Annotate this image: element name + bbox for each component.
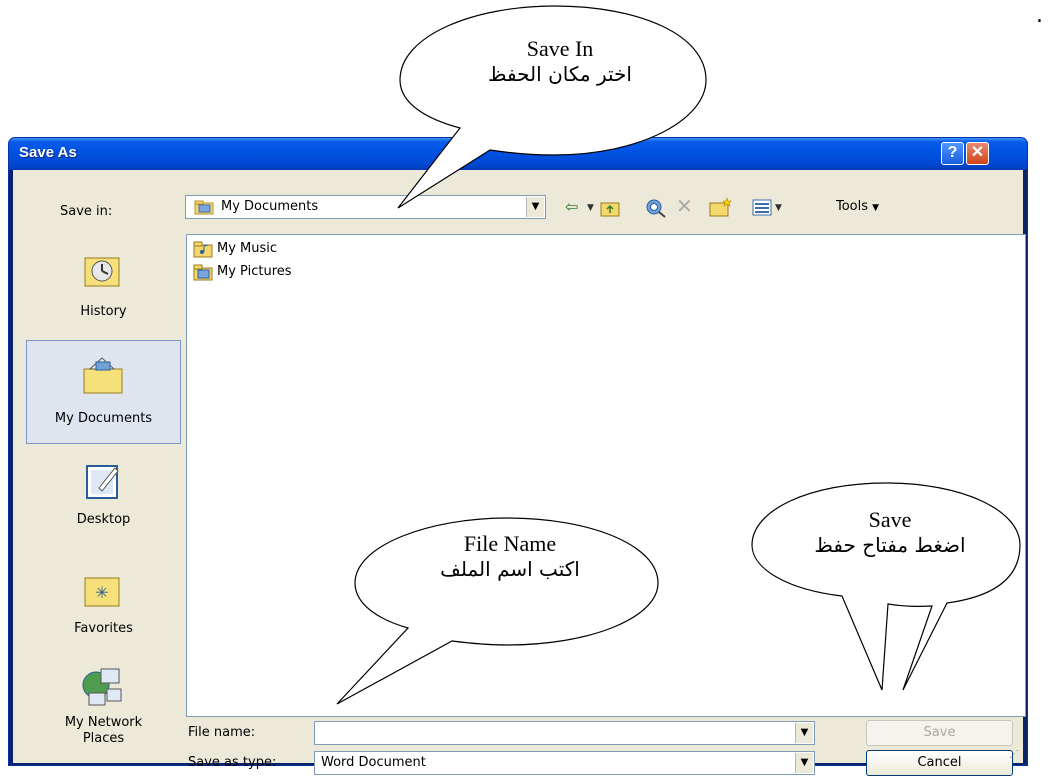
- place-history[interactable]: History: [26, 238, 181, 338]
- callout-save-in-en: Save In: [526, 36, 594, 61]
- tools-label: Tools: [836, 199, 869, 214]
- help-button[interactable]: ?: [941, 142, 964, 165]
- network-places-icon: [82, 668, 122, 706]
- cancel-button[interactable]: Cancel: [866, 750, 1013, 776]
- new-folder-icon[interactable]: [709, 197, 733, 217]
- place-label: Favorites: [74, 621, 133, 636]
- callout-save: Save اضغط مفتاح حفظ: [790, 507, 990, 557]
- tools-menu[interactable]: Tools ▼: [836, 199, 879, 214]
- delete-icon[interactable]: ✕: [676, 194, 693, 218]
- save-in-combo[interactable]: My Documents ▼: [185, 195, 546, 219]
- save-button[interactable]: Save: [866, 720, 1013, 746]
- close-button[interactable]: ✕: [966, 142, 989, 165]
- callout-save-ar: اضغط مفتاح حفظ: [814, 533, 966, 557]
- callout-save-in: Save In اختر مكان الحفظ: [455, 36, 665, 86]
- callout-save-en: Save: [868, 507, 912, 532]
- callout-file-name-en: File Name: [463, 531, 557, 556]
- callout-file-name: File Name اكتب اسم الملف: [410, 531, 610, 581]
- file-name: My Music: [217, 241, 278, 256]
- dialog-body: Save in: My Documents ▼ ⇦ ▼ ✕ ▼ Tools ▼ …: [13, 170, 1026, 776]
- resize-grip-icon[interactable]: ⋰: [1009, 749, 1021, 761]
- place-favorites[interactable]: ✳ Favorites: [26, 556, 181, 656]
- file-list[interactable]: My Music My Pictures: [186, 234, 1026, 717]
- my-documents-icon: [83, 357, 123, 394]
- file-name-label: File name:: [188, 725, 256, 740]
- place-label-line2: Places: [82, 731, 125, 746]
- place-my-documents[interactable]: My Documents: [26, 340, 181, 444]
- place-label-line1: My Network: [64, 715, 143, 730]
- favorites-icon: ✳: [84, 577, 120, 607]
- callout-file-name-ar: اكتب اسم الملف: [440, 557, 580, 581]
- save-as-type-label: Save as type:: [188, 755, 277, 770]
- chevron-down-icon: ▼: [872, 203, 880, 213]
- file-name-field[interactable]: ▼: [314, 721, 815, 745]
- chevron-down-icon[interactable]: ▼: [526, 197, 544, 217]
- save-in-label: Save in:: [60, 204, 113, 219]
- back-arrow-icon[interactable]: ⇦: [565, 197, 578, 216]
- svg-text:✳: ✳: [95, 583, 108, 602]
- pictures-folder-icon: [193, 264, 213, 281]
- place-label: History: [80, 304, 127, 319]
- chevron-down-icon[interactable]: ▼: [587, 203, 594, 213]
- up-one-level-icon[interactable]: [600, 199, 620, 217]
- save-as-dialog: Save As ? ✕ Save in: My Documents ▼ ⇦ ▼ …: [8, 137, 1028, 776]
- place-label: My Documents: [54, 411, 153, 426]
- chevron-down-icon[interactable]: ▼: [795, 723, 813, 743]
- background-edge: [0, 151, 8, 163]
- views-icon[interactable]: [752, 199, 772, 216]
- chevron-down-icon[interactable]: ▼: [795, 753, 813, 773]
- folder-icon: [194, 200, 214, 215]
- places-bar: History My Documents Desktop ✳ Favorites…: [26, 238, 181, 760]
- place-label: Desktop: [76, 512, 131, 527]
- save-as-type-select[interactable]: Word Document ▼: [314, 751, 815, 775]
- file-name: My Pictures: [217, 264, 292, 279]
- desktop-icon: [86, 465, 119, 499]
- place-network[interactable]: My Network Places: [26, 662, 181, 760]
- history-icon: [84, 257, 120, 287]
- title-bar[interactable]: Save As ? ✕: [9, 138, 1027, 170]
- callout-save-in-ar: اختر مكان الحفظ: [488, 62, 632, 86]
- music-folder-icon: [193, 241, 213, 258]
- search-web-icon[interactable]: [645, 198, 667, 218]
- save-in-value: My Documents: [221, 199, 319, 214]
- place-desktop[interactable]: Desktop: [26, 450, 181, 550]
- save-as-type-value: Word Document: [321, 755, 426, 770]
- dialog-title: Save As: [19, 144, 77, 161]
- bullet-dot: .: [1036, 3, 1043, 28]
- chevron-down-icon[interactable]: ▼: [775, 203, 782, 213]
